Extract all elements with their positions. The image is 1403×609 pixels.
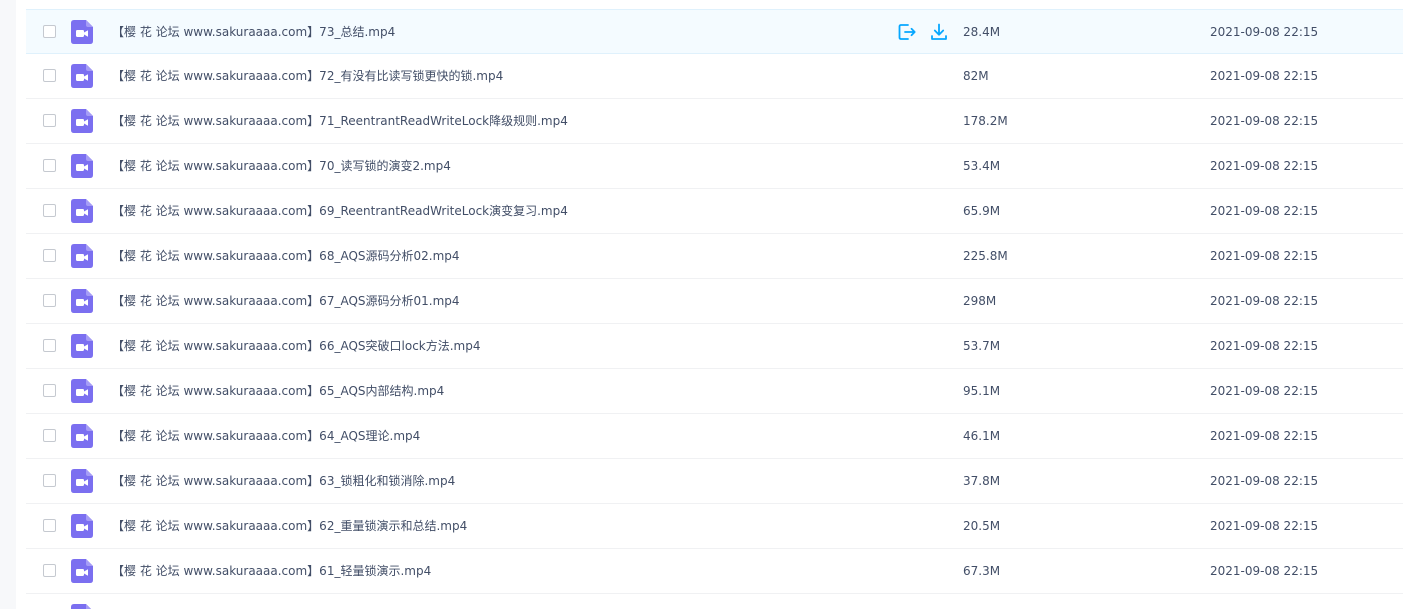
file-row[interactable]: 【樱 花 论坛 www.sakuraaaa.com】62_重量锁演示和总结.mp…	[26, 504, 1403, 549]
row-checkbox[interactable]	[43, 25, 56, 38]
file-size: 82M	[963, 69, 989, 83]
file-modified-date: 2021-09-08 22:15	[1210, 204, 1319, 218]
file-size: 53.4M	[963, 159, 1001, 173]
file-name[interactable]: 【樱 花 论坛 www.sakuraaaa.com】61_轻量锁演示.mp4	[112, 562, 431, 580]
file-modified-date: 2021-09-08 22:15	[1210, 294, 1319, 308]
file-name[interactable]: 【樱 花 论坛 www.sakuraaaa.com】66_AQS突破口lock方…	[112, 337, 481, 355]
file-modified-date: 2021-09-08 22:15	[1210, 339, 1319, 353]
download-icon[interactable]	[929, 22, 949, 42]
row-checkbox[interactable]	[43, 429, 56, 442]
file-size: 95.1M	[963, 384, 1001, 398]
video-file-icon	[71, 424, 93, 448]
file-size: 46.1M	[963, 429, 1001, 443]
row-checkbox[interactable]	[43, 69, 56, 82]
file-size: 28.4M	[963, 25, 1001, 39]
file-modified-date: 2021-09-08 22:15	[1210, 159, 1319, 173]
file-modified-date: 2021-09-08 22:15	[1210, 564, 1319, 578]
file-name[interactable]: 【樱 花 论坛 www.sakuraaaa.com】63_锁粗化和锁消除.mp4	[112, 472, 455, 490]
file-size: 20.5M	[963, 519, 1001, 533]
file-name[interactable]: 【樱 花 论坛 www.sakuraaaa.com】71_ReentrantRe…	[112, 112, 568, 130]
file-row[interactable]: 【樱 花 论坛 www.sakuraaaa.com】68_AQS源码分析02.m…	[26, 234, 1403, 279]
video-file-icon	[71, 289, 93, 313]
file-modified-date: 2021-09-08 22:15	[1210, 249, 1319, 263]
file-name[interactable]: 【樱 花 论坛 www.sakuraaaa.com】68_AQS源码分析02.m…	[112, 247, 460, 265]
file-name[interactable]: 【樱 花 论坛 www.sakuraaaa.com】72_有没有比读写锁更快的锁…	[112, 67, 503, 85]
row-checkbox[interactable]	[43, 249, 56, 262]
file-row[interactable]: 【樱 花 论坛 www.sakuraaaa.com】65_AQS内部结构.mp4…	[26, 369, 1403, 414]
file-name[interactable]: 【樱 花 论坛 www.sakuraaaa.com】70_读写锁的演变2.mp4	[112, 157, 451, 175]
file-row[interactable]: 【樱 花 论坛 www.sakuraaaa.com】63_锁粗化和锁消除.mp4…	[26, 459, 1403, 504]
file-row[interactable]: 【樱 花 论坛 www.sakuraaaa.com】69_ReentrantRe…	[26, 189, 1403, 234]
file-size: 67.3M	[963, 564, 1001, 578]
file-row[interactable]: 【樱 花 论坛 www.sakuraaaa.com】71_ReentrantRe…	[26, 99, 1403, 144]
share-icon[interactable]	[897, 22, 917, 42]
file-modified-date: 2021-09-08 22:15	[1210, 384, 1319, 398]
file-modified-date: 2021-09-08 22:15	[1210, 429, 1319, 443]
row-checkbox[interactable]	[43, 519, 56, 532]
file-name[interactable]: 【樱 花 论坛 www.sakuraaaa.com】67_AQS源码分析01.m…	[112, 292, 460, 310]
file-row-partial[interactable]	[26, 594, 1403, 609]
row-checkbox[interactable]	[43, 474, 56, 487]
file-modified-date: 2021-09-08 22:15	[1210, 114, 1319, 128]
file-modified-date: 2021-09-08 22:15	[1210, 474, 1319, 488]
video-file-icon	[71, 514, 93, 538]
file-size: 178.2M	[963, 114, 1008, 128]
file-name[interactable]: 【樱 花 论坛 www.sakuraaaa.com】73_总结.mp4	[112, 23, 395, 41]
file-name[interactable]: 【樱 花 论坛 www.sakuraaaa.com】69_ReentrantRe…	[112, 202, 568, 220]
video-file-icon	[71, 379, 93, 403]
file-row[interactable]: 【樱 花 论坛 www.sakuraaaa.com】64_AQS理论.mp4 46…	[26, 414, 1403, 459]
file-modified-date: 2021-09-08 22:15	[1210, 69, 1319, 83]
file-name[interactable]: 【樱 花 论坛 www.sakuraaaa.com】64_AQS理论.mp4	[112, 427, 420, 445]
row-checkbox[interactable]	[43, 339, 56, 352]
file-size: 37.8M	[963, 474, 1001, 488]
file-size: 225.8M	[963, 249, 1008, 263]
file-size: 65.9M	[963, 204, 1001, 218]
row-checkbox[interactable]	[43, 204, 56, 217]
row-checkbox[interactable]	[43, 114, 56, 127]
video-file-icon	[71, 469, 93, 493]
file-row[interactable]: 【樱 花 论坛 www.sakuraaaa.com】67_AQS源码分析01.m…	[26, 279, 1403, 324]
video-file-icon	[71, 109, 93, 133]
file-name[interactable]: 【樱 花 论坛 www.sakuraaaa.com】65_AQS内部结构.mp4	[112, 382, 444, 400]
video-file-icon	[71, 334, 93, 358]
video-file-icon	[71, 20, 93, 44]
file-size: 298M	[963, 294, 997, 308]
file-row[interactable]: 【樱 花 论坛 www.sakuraaaa.com】61_轻量锁演示.mp4 67…	[26, 549, 1403, 594]
video-file-icon	[71, 559, 93, 583]
file-row[interactable]: 【樱 花 论坛 www.sakuraaaa.com】73_总结.mp4 28.4M…	[26, 9, 1403, 54]
file-modified-date: 2021-09-08 22:15	[1210, 25, 1319, 39]
row-checkbox[interactable]	[43, 384, 56, 397]
file-row[interactable]: 【樱 花 论坛 www.sakuraaaa.com】72_有没有比读写锁更快的锁…	[26, 54, 1403, 99]
video-file-icon	[71, 199, 93, 223]
file-name[interactable]: 【樱 花 论坛 www.sakuraaaa.com】62_重量锁演示和总结.mp…	[112, 517, 467, 535]
file-list: 【樱 花 论坛 www.sakuraaaa.com】73_总结.mp4 28.4M…	[16, 0, 1403, 609]
file-row[interactable]: 【樱 花 论坛 www.sakuraaaa.com】70_读写锁的演变2.mp4…	[26, 144, 1403, 189]
row-checkbox[interactable]	[43, 159, 56, 172]
file-browser-page: 【樱 花 论坛 www.sakuraaaa.com】73_总结.mp4 28.4M…	[0, 0, 1403, 609]
row-checkbox[interactable]	[43, 564, 56, 577]
video-file-icon	[71, 244, 93, 268]
video-file-icon	[71, 604, 93, 609]
file-modified-date: 2021-09-08 22:15	[1210, 519, 1319, 533]
row-checkbox[interactable]	[43, 294, 56, 307]
file-size: 53.7M	[963, 339, 1001, 353]
file-row[interactable]: 【樱 花 论坛 www.sakuraaaa.com】66_AQS突破口lock方…	[26, 324, 1403, 369]
video-file-icon	[71, 154, 93, 178]
video-file-icon	[71, 64, 93, 88]
